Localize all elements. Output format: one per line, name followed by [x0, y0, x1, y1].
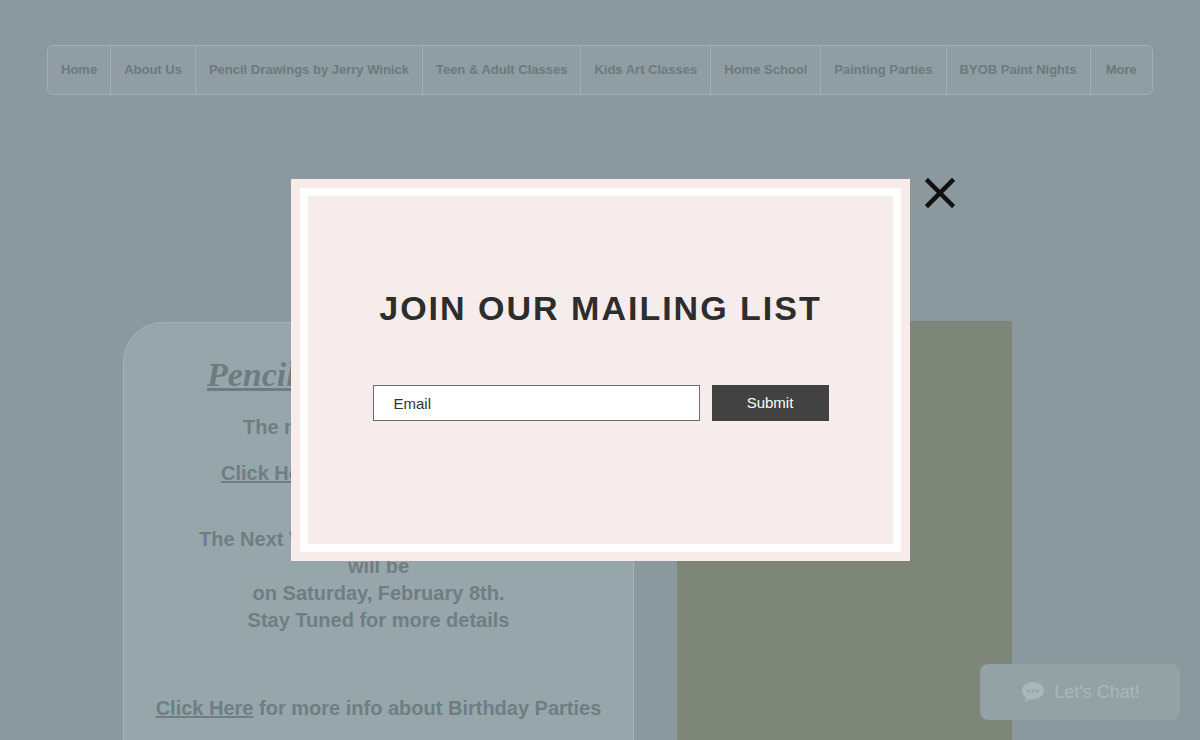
card-text: Stay Tuned for more details [124, 607, 633, 634]
submit-button[interactable]: Submit [712, 385, 829, 421]
nav-item[interactable]: Teen & Adult Classes [423, 46, 581, 94]
card-link[interactable]: Click He [221, 462, 300, 484]
modal-frame: JOIN OUR MAILING LIST Submit [300, 188, 901, 552]
nav-item[interactable]: About Us [111, 46, 196, 94]
birthday-row: Click Here for more info about Birthday … [124, 695, 633, 722]
nav-item[interactable]: Home [48, 46, 111, 94]
nav-item[interactable]: Home School [711, 46, 821, 94]
subscribe-form: Submit [373, 385, 829, 421]
nav-item[interactable]: Painting Parties [821, 46, 946, 94]
page: HomeAbout UsPencil Drawings by Jerry Win… [0, 0, 1200, 740]
nav-item[interactable]: More [1091, 46, 1152, 94]
card-text: on Saturday, February 8th. [124, 580, 633, 607]
nav-item[interactable]: Pencil Drawings by Jerry Winick [196, 46, 423, 94]
mailing-list-modal: JOIN OUR MAILING LIST Submit [291, 179, 910, 561]
nav-item[interactable]: BYOB Paint Nights [947, 46, 1091, 94]
chat-widget[interactable]: Let's Chat! [980, 664, 1180, 720]
chat-label: Let's Chat! [1054, 679, 1139, 706]
close-icon [924, 177, 956, 209]
birthday-link[interactable]: Click Here [156, 697, 254, 719]
nav-bar: HomeAbout UsPencil Drawings by Jerry Win… [47, 45, 1153, 95]
modal-title: JOIN OUR MAILING LIST [379, 288, 821, 328]
nav-item[interactable]: Kids Art Classes [581, 46, 711, 94]
chat-bubble-icon [1020, 680, 1046, 704]
birthday-text: for more info about Birthday Parties [254, 697, 602, 719]
modal-body: JOIN OUR MAILING LIST Submit [308, 196, 893, 544]
close-button[interactable] [922, 175, 958, 211]
email-input[interactable] [373, 385, 700, 421]
